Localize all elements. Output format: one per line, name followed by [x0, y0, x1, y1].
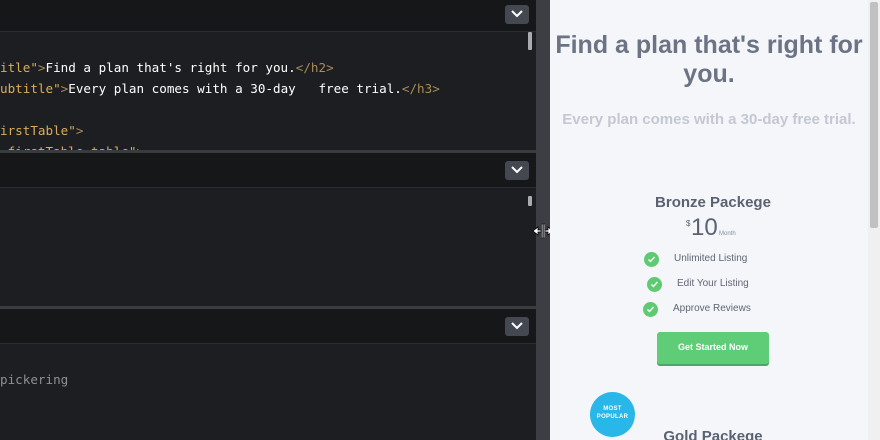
resize-splitter[interactable]: [536, 0, 550, 440]
check-icon: [644, 252, 659, 267]
price-period: Month: [719, 231, 736, 237]
code-token: >: [37, 60, 46, 75]
preview-scrollbar-thumb[interactable]: [870, 2, 878, 228]
code-token: itle": [0, 60, 38, 75]
feature-label: Unlimited Listing: [674, 253, 748, 264]
chevron-down-icon: [511, 322, 523, 330]
code-token: >: [75, 123, 84, 138]
css-pane-collapse-button[interactable]: [505, 161, 529, 180]
badge-line: MOST: [603, 406, 622, 412]
code-line[interactable]: ubtitle">Every plan comes with a 30-day …: [0, 79, 440, 99]
css-pane-scrollbar[interactable]: [528, 196, 532, 206]
get-started-button[interactable]: Get Started Now: [657, 332, 769, 364]
page-title: Find a plan that's right for you.: [555, 31, 863, 88]
js-pane-collapse-button[interactable]: [505, 317, 529, 336]
check-icon: [643, 302, 658, 317]
html-pane-collapse-button[interactable]: [505, 5, 529, 24]
code-token: Find a plan that's right for you.: [45, 60, 296, 75]
code-token: irstTable": [0, 123, 76, 138]
js-code-area[interactable]: pickering: [0, 344, 536, 440]
price-currency: $: [686, 219, 691, 228]
plan-name: Bronze Packege: [655, 194, 771, 211]
code-line[interactable]: irstTable">: [0, 121, 83, 141]
chevron-down-icon: [511, 166, 523, 174]
chevron-down-icon: [511, 10, 523, 18]
html-pane-header: [0, 0, 536, 32]
check-icon: [647, 277, 662, 292]
code-token: ubtitle": [0, 81, 61, 96]
html-code-area[interactable]: itle">Find a plan that's right for you.<…: [0, 32, 536, 150]
plan-name: Gold Packege: [663, 428, 763, 440]
html-pane-scrollbar[interactable]: [528, 32, 532, 50]
result-preview: Find a plan that's right for you. Every …: [550, 0, 880, 440]
html-editor-pane: itle">Find a plan that's right for you.<…: [0, 0, 536, 150]
js-editor-pane: pickering: [0, 309, 536, 440]
preview-scrollbar[interactable]: [868, 0, 880, 440]
code-token: </h2>: [295, 60, 334, 75]
css-code-area[interactable]: [0, 188, 536, 306]
badge-line: POPULAR: [596, 414, 629, 420]
code-line[interactable]: pickering: [0, 370, 68, 390]
code-line[interactable]: itle">Find a plan that's right for you.<…: [0, 58, 334, 78]
feature-label: Approve Reviews: [673, 303, 751, 314]
price-amount: 10: [691, 214, 718, 241]
code-token: </h3>: [401, 81, 440, 96]
code-line[interactable]: firstTable_table">: [0, 142, 145, 150]
code-editors: itle">Find a plan that's right for you.<…: [0, 0, 536, 440]
code-token: pickering: [0, 372, 69, 387]
code-token: Every plan comes with a 30-day free tria…: [68, 81, 402, 96]
css-editor-pane: [0, 153, 536, 306]
feature-label: Edit Your Listing: [677, 278, 749, 289]
css-pane-header: [0, 153, 536, 188]
js-pane-header: [0, 309, 536, 344]
page-subtitle: Every plan comes with a 30-day free tria…: [562, 111, 856, 128]
